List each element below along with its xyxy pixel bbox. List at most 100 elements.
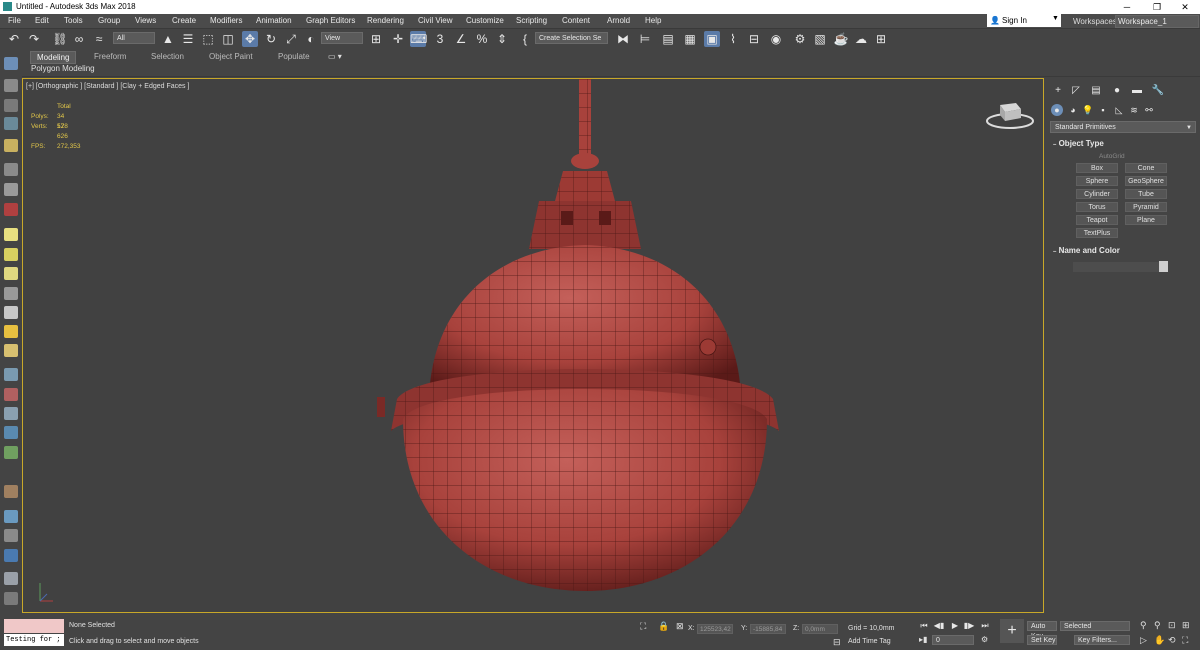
box-button[interactable]: Box (1076, 163, 1118, 173)
object-color-swatch[interactable] (1159, 261, 1168, 272)
modify-tab-icon[interactable]: ◸ (1069, 84, 1083, 97)
textplus-button[interactable]: TextPlus (1076, 228, 1118, 238)
motion-tab-icon[interactable]: ● (1110, 84, 1124, 97)
menu-animation[interactable]: Animation (256, 16, 292, 25)
teapot-button[interactable]: Teapot (1076, 215, 1118, 225)
ribbon-options-icon[interactable]: ▭ ▾ (322, 51, 348, 62)
systems-icon[interactable]: ⚯ (1143, 104, 1155, 116)
geometry-icon[interactable]: ● (1051, 104, 1063, 116)
angle-snap-icon[interactable]: ∠ (453, 31, 469, 47)
menu-help[interactable]: Help (645, 16, 661, 25)
selection-filter-dropdown[interactable]: All (113, 32, 155, 44)
cameras-icon[interactable]: ▪ (1097, 104, 1109, 116)
minimize-button[interactable]: ─ (1112, 0, 1142, 14)
select-and-scale-icon[interactable]: ⤢ (283, 31, 299, 47)
tree-icon[interactable] (4, 446, 18, 459)
render-setup-icon[interactable]: ⚙ (792, 31, 808, 47)
ribbon-panel-polygon-modeling[interactable]: Polygon Modeling (31, 64, 95, 73)
disc-icon[interactable] (4, 344, 18, 357)
set-key-button[interactable]: Set Key (1027, 635, 1057, 645)
hair-icon[interactable] (4, 407, 18, 420)
menu-scripting[interactable]: Scripting (516, 16, 547, 25)
named-selection-sets-dropdown[interactable]: Create Selection Se (535, 32, 608, 44)
utilities-icon[interactable] (4, 592, 18, 605)
edit-named-sets-icon[interactable]: { (517, 31, 533, 47)
render-icon[interactable] (4, 529, 18, 542)
maximize-button[interactable]: ❐ (1142, 0, 1172, 14)
spinner-snap-icon[interactable]: ⇕ (494, 31, 510, 47)
zoom-all-icon[interactable]: ⚲ (1154, 620, 1161, 631)
select-and-rotate-icon[interactable]: ↻ (263, 31, 279, 47)
maxscript-listener-pink[interactable] (4, 619, 64, 633)
play-icon[interactable]: ▶ (949, 620, 961, 632)
select-object-icon[interactable]: ▲ (160, 31, 176, 47)
time-config-icon[interactable]: ⚙ (981, 635, 988, 644)
scene-explorer-icon[interactable]: ▤ (660, 31, 676, 47)
viewport-layout-icon[interactable] (4, 57, 18, 70)
pyramid-button[interactable]: Pyramid (1125, 202, 1167, 212)
cone-icon[interactable] (4, 306, 18, 319)
maxscript-mini-listener[interactable]: Testing for ; (4, 634, 64, 646)
sign-in-dropdown[interactable]: 👤 Sign In ▼ (987, 14, 1061, 27)
menu-file[interactable]: File (8, 16, 21, 25)
tab-populate[interactable]: Populate (272, 51, 316, 62)
render-production-icon[interactable]: ☕ (833, 31, 849, 47)
menu-content[interactable]: Content (562, 16, 590, 25)
material-editor-icon[interactable]: ◉ (768, 31, 784, 47)
tab-object-paint[interactable]: Object Paint (203, 51, 259, 62)
cylinder-button[interactable]: Cylinder (1076, 189, 1118, 199)
zoom-icon[interactable]: ⚲ (1140, 620, 1147, 631)
bind-space-warp-icon[interactable]: ≈ (91, 31, 107, 47)
sphere-icon[interactable] (4, 267, 18, 280)
snaps-toggle-icon[interactable]: 3 (432, 31, 448, 47)
unlink-icon[interactable]: ∞ (71, 31, 87, 47)
tab-modeling[interactable]: Modeling (30, 51, 77, 64)
autogrid-checkbox[interactable]: AutoGrid (1099, 153, 1125, 160)
paint-icon[interactable] (4, 485, 18, 498)
torus-button[interactable]: Torus (1076, 202, 1118, 212)
particles-icon[interactable] (4, 368, 18, 381)
select-manipulate-icon[interactable]: ✛ (390, 31, 406, 47)
viewport-orthographic[interactable]: [+] [Orthographic ] [Standard ] [Clay + … (22, 78, 1044, 613)
current-frame-field[interactable]: 0 (932, 635, 974, 645)
viewcube-icon[interactable] (983, 97, 1037, 133)
cone-button[interactable]: Cone (1125, 163, 1167, 173)
orbit-icon[interactable]: ⟲ (1168, 635, 1176, 646)
dynamics-icon[interactable] (4, 388, 18, 401)
viewport-label[interactable]: [+] [Orthographic ] [Standard ] [Clay + … (26, 83, 189, 90)
pivot-center-icon[interactable]: ⊞ (368, 31, 384, 47)
menu-edit[interactable]: Edit (35, 16, 49, 25)
redo-icon[interactable]: ↷ (26, 31, 42, 47)
go-to-end-icon[interactable]: ⏭ (979, 620, 991, 632)
key-mode-dropdown[interactable]: Selected (1060, 621, 1130, 631)
select-and-move-icon[interactable]: ✥ (242, 31, 258, 47)
align-icon[interactable]: ⊨ (637, 31, 653, 47)
go-to-start-icon[interactable]: ⏮ (918, 620, 930, 632)
lights-icon[interactable]: 💡 (1082, 104, 1094, 116)
menu-rendering[interactable]: Rendering (367, 16, 404, 25)
previous-frame-icon[interactable]: ◀▮ (933, 620, 945, 632)
a360-gallery-icon[interactable]: ⊞ (873, 31, 889, 47)
render-in-cloud-icon[interactable]: ☁ (853, 31, 869, 47)
menu-modifiers[interactable]: Modifiers (210, 16, 242, 25)
menu-create[interactable]: Create (172, 16, 196, 25)
window-crossing-icon[interactable]: ◫ (220, 31, 236, 47)
maximize-viewport-icon[interactable]: ⛶ (1182, 635, 1188, 646)
x-coord-field[interactable]: 125523,42 (697, 624, 733, 634)
tab-selection[interactable]: Selection (145, 51, 190, 62)
menu-tools[interactable]: Tools (64, 16, 83, 25)
display-tab-icon[interactable]: ▬ (1130, 84, 1144, 97)
reference-coord-dropdown[interactable]: View (321, 32, 363, 44)
space-warp-icon[interactable] (4, 203, 18, 216)
torus-icon[interactable] (4, 287, 18, 300)
menu-arnold[interactable]: Arnold (607, 16, 630, 25)
dome-icon[interactable] (4, 248, 18, 261)
absolute-mode-icon[interactable]: ⊠ (676, 621, 684, 632)
rendered-frame-window-icon[interactable]: ▧ (812, 31, 828, 47)
hierarchy-tab-icon[interactable]: ▤ (1089, 84, 1103, 97)
next-frame-icon[interactable]: ▮▶ (963, 620, 975, 632)
schematic-view-icon[interactable]: ⊟ (746, 31, 762, 47)
auto-key-button[interactable]: Auto Key (1027, 621, 1057, 640)
object-name-input[interactable] (1073, 262, 1159, 272)
lamp-model-mesh[interactable] (363, 79, 803, 613)
